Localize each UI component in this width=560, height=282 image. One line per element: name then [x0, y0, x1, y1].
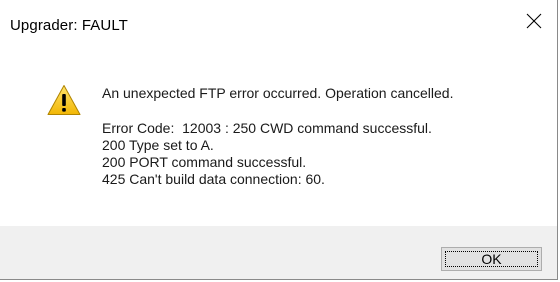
title-bar: Upgrader: FAULT: [0, 0, 557, 42]
window-title: Upgrader: FAULT: [10, 17, 128, 34]
error-message: An unexpected FTP error occurred. Operat…: [102, 85, 453, 188]
error-dialog: Upgrader: FAULT An unexpected FTP error …: [0, 0, 558, 280]
ok-button-label: OK: [445, 251, 538, 267]
error-detail-line: 200 PORT command successful.: [102, 154, 307, 170]
close-icon: [526, 13, 542, 29]
error-detail-line: 200 Type set to A.: [102, 137, 214, 153]
warning-icon: [47, 85, 81, 115]
message-headline: An unexpected FTP error occurred. Operat…: [102, 85, 454, 101]
ok-button[interactable]: OK: [441, 247, 542, 271]
error-detail-line: Error Code: 12003 : 250 CWD command succ…: [102, 120, 432, 136]
button-bar: OK: [0, 226, 557, 279]
error-detail-line: 425 Can't build data connection: 60.: [102, 171, 325, 187]
close-button[interactable]: [511, 0, 557, 42]
dialog-content: An unexpected FTP error occurred. Operat…: [0, 42, 557, 226]
